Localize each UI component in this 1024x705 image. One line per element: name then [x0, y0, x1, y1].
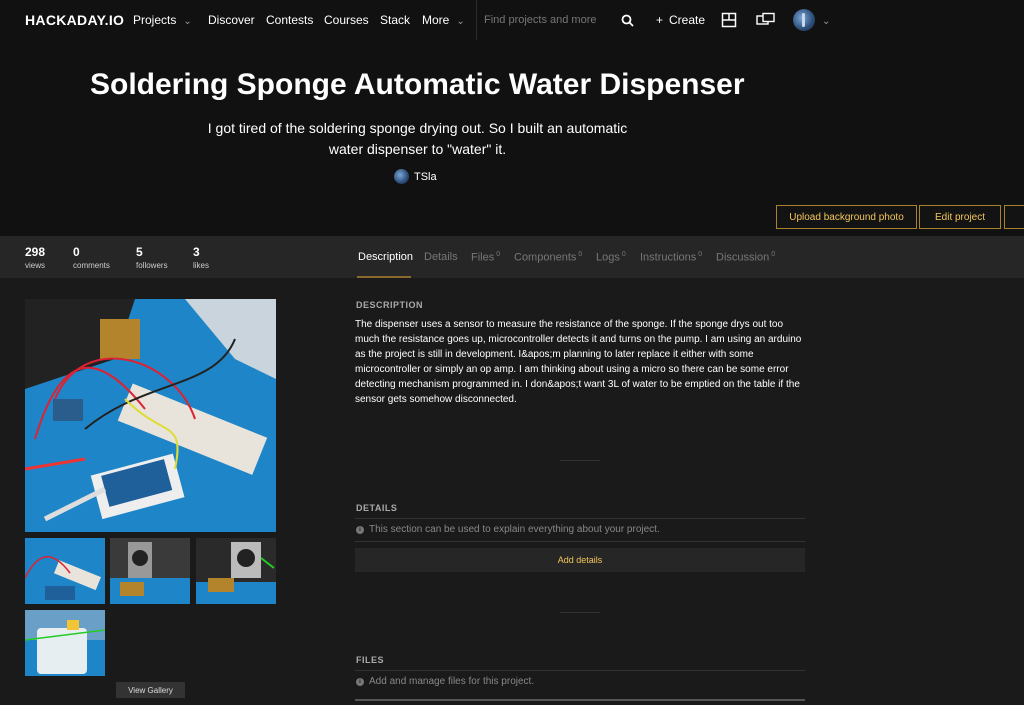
stat-value: 5: [136, 245, 143, 259]
create-label: Create: [669, 13, 706, 27]
gallery-thumbnail[interactable]: [25, 610, 105, 676]
description-heading: DESCRIPTION: [356, 300, 424, 310]
section-divider: [560, 460, 600, 461]
chevron-down-icon: ⌄: [456, 16, 465, 27]
tab-label: Description: [358, 251, 414, 263]
stat-label: likes: [193, 261, 210, 270]
project-hero: Soldering Sponge Automatic Water Dispens…: [0, 40, 1024, 236]
info-icon: i: [356, 525, 364, 534]
nav-divider: [476, 0, 477, 40]
files-hint: i Add and manage files for this project.: [356, 676, 534, 687]
stat-likes: 3 likes: [193, 245, 209, 270]
active-tab-indicator: [357, 276, 411, 278]
tab-count: 0: [496, 251, 501, 258]
nav-contests[interactable]: Contests: [266, 13, 313, 27]
nav-stack[interactable]: Stack: [380, 13, 410, 27]
gallery-thumbnail[interactable]: [25, 538, 105, 604]
tab-description[interactable]: Description: [358, 251, 413, 263]
nav-projects[interactable]: Projects ⌄: [133, 13, 192, 27]
tab-discussion[interactable]: Discussion 0: [716, 251, 775, 264]
chevron-down-icon: ⌄: [183, 16, 192, 27]
files-dropzone-edge[interactable]: [355, 699, 805, 701]
nav-courses[interactable]: Courses: [324, 13, 369, 27]
upload-background-button[interactable]: Upload background photo: [776, 205, 917, 229]
search-input[interactable]: [484, 10, 609, 30]
tab-label: Files: [471, 251, 495, 264]
tab-count: 0: [621, 251, 626, 258]
tab-label: Details: [424, 251, 458, 263]
tab-count: 0: [771, 251, 776, 258]
tab-label: Logs: [596, 251, 620, 264]
stat-value: 0: [73, 245, 80, 259]
project-subtitle: I got tired of the soldering sponge dryi…: [207, 120, 628, 157]
add-details-button[interactable]: Add details: [355, 548, 805, 572]
tab-label: Instructions: [640, 251, 697, 264]
nav-projects-label: Projects: [133, 13, 177, 27]
stat-label: views: [25, 261, 46, 270]
create-button[interactable]: + Create: [656, 13, 705, 27]
stat-value: 3: [193, 245, 200, 259]
details-rule: [355, 541, 805, 542]
more-actions-button[interactable]: [1004, 205, 1024, 229]
site-logo[interactable]: HACKADAY.IO: [25, 12, 124, 28]
details-hint: i This section can be used to explain eve…: [356, 524, 660, 535]
project-author[interactable]: TSla: [394, 169, 437, 184]
project-main-photo[interactable]: [25, 299, 276, 532]
info-icon: i: [356, 677, 364, 686]
chevron-down-icon[interactable]: ⌄: [822, 13, 830, 27]
stat-views: 298 views: [25, 245, 45, 270]
details-heading: DETAILS: [356, 503, 398, 513]
tab-details[interactable]: Details: [424, 251, 458, 263]
author-name: TSla: [414, 170, 437, 183]
tab-logs[interactable]: Logs 0: [596, 251, 626, 264]
stat-value: 298: [25, 245, 46, 259]
gallery-thumbnail[interactable]: [196, 538, 276, 604]
nav-more[interactable]: More ⌄: [422, 13, 465, 27]
files-rule: [355, 670, 805, 671]
files-hint-text: Add and manage files for this project.: [369, 676, 535, 687]
edit-project-button[interactable]: Edit project: [919, 205, 1001, 229]
nav-discover[interactable]: Discover: [208, 13, 255, 27]
author-avatar: [394, 169, 409, 184]
section-divider: [560, 612, 600, 613]
tab-count: 0: [578, 251, 583, 258]
project-title: Soldering Sponge Automatic Water Dispens…: [90, 68, 745, 101]
nav-more-label: More: [422, 13, 450, 27]
details-rule: [355, 518, 805, 519]
view-gallery-button[interactable]: View Gallery: [116, 682, 185, 698]
tab-label: Discussion: [716, 251, 770, 264]
stats-tabs-bar: 298 views 0 comments 5 followers 3 likes…: [0, 236, 1024, 278]
top-nav: HACKADAY.IO Projects ⌄ Discover Contests …: [0, 0, 1024, 40]
files-heading: FILES: [356, 655, 385, 665]
details-hint-text: This section can be used to explain ever…: [369, 524, 660, 535]
stat-label: comments: [73, 261, 110, 270]
gallery-thumbnail[interactable]: [110, 538, 190, 604]
stat-comments: 0 comments: [73, 245, 110, 270]
tab-label: Components: [514, 251, 577, 264]
messages-icon[interactable]: [756, 10, 776, 30]
tab-count: 0: [698, 251, 703, 258]
user-avatar[interactable]: [793, 9, 815, 31]
tab-components[interactable]: Components 0: [514, 251, 582, 264]
search-icon[interactable]: [617, 10, 637, 30]
description-text: The dispenser uses a sensor to measure t…: [355, 319, 802, 405]
tab-instructions[interactable]: Instructions 0: [640, 251, 702, 264]
tab-files[interactable]: Files 0: [471, 251, 500, 264]
stat-label: followers: [136, 261, 168, 270]
dashboard-icon[interactable]: [719, 10, 739, 30]
stat-followers: 5 followers: [136, 245, 168, 270]
plus-icon: +: [656, 13, 664, 27]
